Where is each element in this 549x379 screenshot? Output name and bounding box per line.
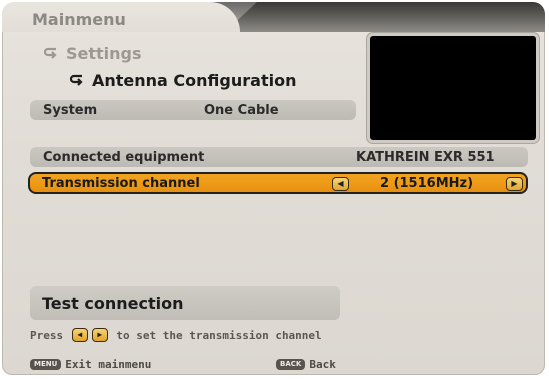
back-label: Back (309, 358, 336, 371)
right-arrow-icon[interactable]: ▶ (506, 177, 523, 191)
test-connection-button[interactable]: Test connection (30, 286, 340, 320)
breadcrumb-current: Antenna Configuration (69, 71, 297, 90)
hint-prefix: Press (30, 328, 64, 342)
page-title: Mainmenu (32, 10, 126, 29)
system-label: System (43, 102, 98, 118)
tab-notch (225, 2, 545, 32)
left-arrow-icon[interactable]: ◀ (332, 177, 349, 191)
exit-mainmenu-label: Exit mainmenu (65, 358, 152, 371)
breadcrumb-current-label: Antenna Configuration (92, 71, 297, 90)
connected-equipment-value: KATHREIN EXR 551 (356, 149, 495, 165)
test-connection-label: Test connection (42, 293, 184, 313)
back-button[interactable]: BACK Back (276, 358, 336, 371)
transmission-channel-label: Transmission channel (42, 175, 200, 191)
back-key-icon: BACK (276, 359, 306, 370)
hint-text: Press ◀ ▶ to set the transmission channel (30, 328, 322, 342)
exit-mainmenu-button[interactable]: MENU Exit mainmenu (30, 358, 151, 371)
system-row[interactable]: System One Cable (30, 100, 356, 120)
arrow-return-icon (43, 44, 66, 63)
connected-equipment-row[interactable]: Connected equipment KATHREIN EXR 551 (30, 147, 528, 167)
left-key-icon: ◀ (71, 328, 88, 342)
arrow-return-icon (69, 71, 92, 90)
breadcrumb-settings-label: Settings (66, 44, 142, 63)
connected-equipment-label: Connected equipment (43, 149, 205, 165)
right-key-icon: ▶ (91, 328, 108, 342)
hint-suffix: to set the transmission channel (116, 328, 322, 342)
system-value: One Cable (204, 102, 279, 118)
transmission-channel-value: 2 (1516MHz) (380, 175, 474, 191)
menu-key-icon: MENU (30, 359, 62, 370)
breadcrumb-settings[interactable]: Settings (43, 44, 142, 63)
video-preview (370, 36, 536, 140)
transmission-channel-row[interactable]: Transmission channel ◀ 2 (1516MHz) ▶ (28, 172, 528, 194)
